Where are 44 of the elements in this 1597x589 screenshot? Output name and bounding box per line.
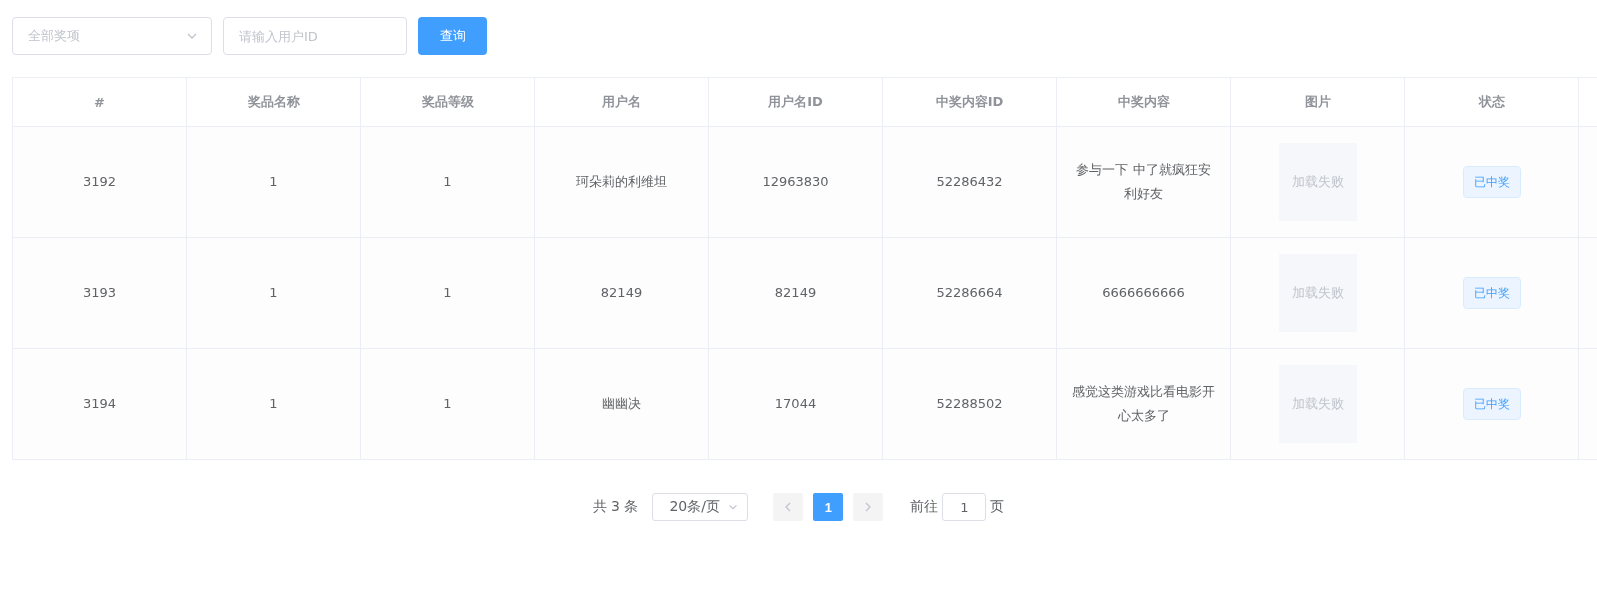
- table-cell-text: 1: [269, 173, 278, 191]
- table-cell-text: 1: [443, 395, 452, 413]
- next-page-button[interactable]: [853, 493, 884, 521]
- column-header: 用户名ID: [708, 77, 883, 127]
- goto-page-field[interactable]: 1: [942, 493, 987, 521]
- column-header: #: [12, 77, 187, 127]
- page-size-select[interactable]: 20条/页: [652, 493, 749, 521]
- column-header: 状态: [1404, 77, 1579, 127]
- column-header: 图片: [1230, 77, 1405, 127]
- table-cell-text: 17044: [774, 395, 817, 413]
- table-cell-text: 12963830: [762, 173, 829, 191]
- table-cell-text: 82149: [774, 284, 817, 302]
- status-tag: 已中奖: [1462, 277, 1521, 309]
- table-cell-text: 幽幽决: [602, 395, 641, 413]
- page-button[interactable]: 1: [813, 493, 844, 521]
- table-cell-text: 82149: [600, 284, 643, 302]
- total-count: 共 3 条: [592, 498, 639, 516]
- column-header: 用户名: [534, 77, 709, 127]
- table-cell-text: 3193: [82, 284, 117, 302]
- column-header: 奖品等级: [360, 77, 535, 127]
- user-id-field[interactable]: 请输入用户ID: [223, 17, 407, 55]
- table-cell-text: 参与一下 中了就疯狂安利好友: [1075, 161, 1212, 203]
- table-cell-text: 52288502: [936, 395, 1003, 413]
- table-cell-text: 1: [443, 173, 452, 191]
- table-cell-text: 3192: [82, 173, 117, 191]
- column-header: 奖品名称: [186, 77, 361, 127]
- status-tag: 已中奖: [1462, 166, 1521, 198]
- column-header: 中奖内容ID: [882, 77, 1057, 127]
- table-cell-text: 1: [443, 284, 452, 302]
- table-cell-text: 6666666666: [1102, 284, 1185, 302]
- search-button[interactable]: 查询: [418, 17, 487, 55]
- page-suffix: 页: [990, 498, 1005, 516]
- table-cell-text: 52286432: [936, 173, 1003, 191]
- table-cell-text: 感觉这类游戏比看电影开心太多了: [1071, 383, 1216, 425]
- column-header: 中奖内容: [1056, 77, 1231, 127]
- table-cell-text: 1: [269, 284, 278, 302]
- prev-page-button[interactable]: [773, 493, 804, 521]
- status-tag: 已中奖: [1462, 388, 1521, 420]
- goto-label: 前往: [910, 498, 939, 516]
- table-cell-text: 珂朵莉的利维坦: [576, 173, 667, 191]
- prize-select[interactable]: 全部奖项: [12, 17, 212, 55]
- table-cell-text: 1: [269, 395, 278, 413]
- table-cell-text: 3194: [82, 395, 117, 413]
- table-cell-text: 52286664: [936, 284, 1003, 302]
